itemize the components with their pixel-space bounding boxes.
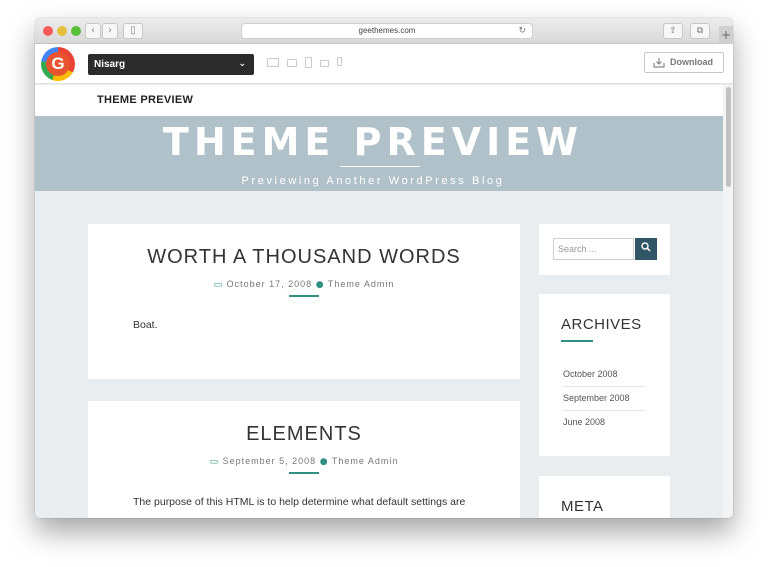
tabs-icon[interactable]: ⧉ (690, 23, 710, 39)
url-text: geethemes.com (358, 26, 416, 35)
post-body: Boat. (133, 319, 158, 331)
scrollbar-thumb[interactable] (726, 87, 731, 187)
theme-select[interactable]: Nisarg ⌄ (88, 54, 254, 75)
archives-widget: ARCHIVES October 2008 September 2008 Jun… (539, 294, 670, 456)
browser-window: ‹ › ▯ geethemes.com ↻ ⇧ ⧉ + G Nisarg ⌄ D… (35, 18, 733, 518)
minimize-window-button[interactable] (57, 26, 67, 36)
meta-title: META (561, 498, 604, 515)
post-meta: ▭ October 17, 2008 ● Theme Admin (88, 279, 520, 290)
site-viewport: THEME PREVIEW THEME PREVIEW Previewing A… (35, 85, 733, 518)
desktop-icon[interactable] (267, 58, 279, 67)
download-icon (653, 58, 665, 68)
site-header-banner: THEME PREVIEW Previewing Another WordPre… (35, 116, 723, 191)
forward-icon[interactable]: › (102, 23, 118, 39)
post-accent-divider (289, 295, 319, 297)
hero-title: THEME PREVIEW (162, 120, 584, 164)
post-date[interactable]: October 17, 2008 (227, 279, 313, 289)
post-title[interactable]: ELEMENTS (88, 423, 520, 446)
post-accent-divider (289, 472, 319, 474)
archives-accent (561, 340, 593, 342)
chevron-down-icon: ⌄ (238, 59, 246, 69)
new-tab-icon[interactable]: + (719, 26, 733, 44)
post-body: The purpose of this HTML is to help dete… (133, 496, 466, 508)
back-icon[interactable]: ‹ (85, 23, 101, 39)
reload-icon[interactable]: ↻ (518, 24, 526, 38)
url-bar[interactable]: geethemes.com ↻ (241, 23, 533, 39)
search-input[interactable]: Search ... (553, 238, 634, 260)
search-widget: Search ... (539, 224, 670, 275)
calendar-icon: ▭ (213, 280, 224, 290)
laptop-icon[interactable] (287, 59, 297, 67)
archive-link[interactable]: June 2008 (563, 410, 645, 434)
theme-select-value: Nisarg (94, 59, 126, 70)
archive-link[interactable]: September 2008 (563, 386, 645, 410)
post-card: ELEMENTS ▭ September 5, 2008 ● Theme Adm… (88, 401, 520, 518)
search-icon (641, 242, 651, 252)
zoom-window-button[interactable] (71, 26, 81, 36)
tablet-portrait-icon[interactable] (305, 57, 312, 68)
post-meta: ▭ September 5, 2008 ● Theme Admin (88, 456, 520, 467)
post-title[interactable]: WORTH A THOUSAND WORDS (88, 246, 520, 269)
sidebar-icon[interactable]: ▯ (123, 23, 143, 39)
post-date[interactable]: September 5, 2008 (223, 456, 317, 466)
site-navbar: THEME PREVIEW (35, 85, 723, 116)
preview-toolbar: G Nisarg ⌄ Download (35, 44, 733, 84)
browser-titlebar: ‹ › ▯ geethemes.com ↻ ⇧ ⧉ + (35, 18, 733, 44)
post-author[interactable]: Theme Admin (332, 456, 399, 466)
geethemes-logo[interactable]: G (41, 47, 75, 81)
post-author[interactable]: Theme Admin (328, 279, 395, 289)
search-button[interactable] (635, 238, 657, 260)
hero-subtitle: Previewing Another WordPress Blog (241, 175, 505, 187)
site-title-link[interactable]: THEME PREVIEW (97, 94, 193, 106)
meta-widget: META (539, 476, 670, 518)
share-icon[interactable]: ⇧ (663, 23, 683, 39)
archives-title: ARCHIVES (561, 316, 642, 333)
archive-link[interactable]: October 2008 (563, 362, 645, 386)
calendar-icon: ▭ (209, 457, 220, 467)
user-icon: ● (319, 457, 329, 467)
download-button[interactable]: Download (644, 52, 724, 73)
logo-letter: G (46, 52, 70, 76)
user-icon: ● (315, 280, 325, 290)
close-window-button[interactable] (43, 26, 53, 36)
tablet-landscape-icon[interactable] (320, 60, 329, 67)
mobile-icon[interactable] (337, 57, 342, 66)
post-card: WORTH A THOUSAND WORDS ▭ October 17, 200… (88, 224, 520, 379)
hero-divider (340, 166, 420, 167)
download-label: Download (670, 57, 713, 67)
